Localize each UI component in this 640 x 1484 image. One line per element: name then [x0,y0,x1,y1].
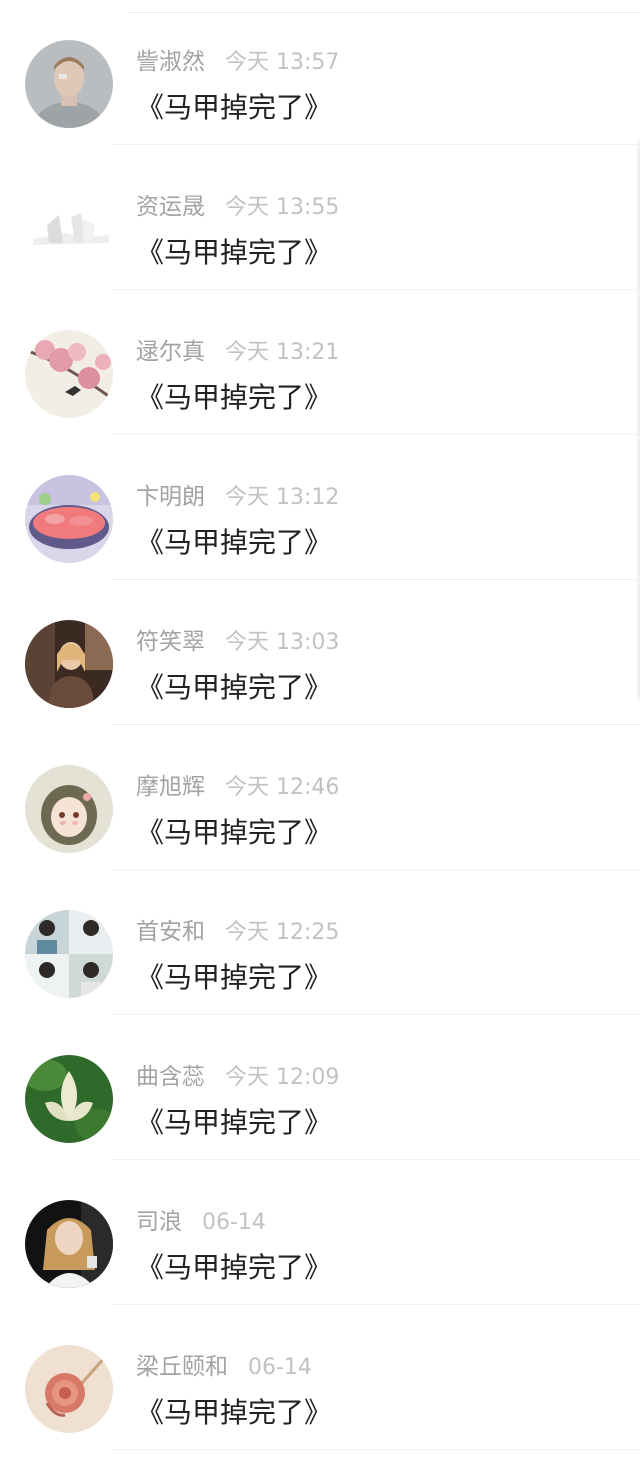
message-row[interactable]: 梁丘颐和 06-14 《马甲掉完了》 [0,1305,640,1450]
message-row[interactable]: 摩旭辉 今天 12:46 《马甲掉完了》 [0,725,640,870]
message-row[interactable]: 资运晟 今天 13:55 《马甲掉完了》 [0,145,640,290]
message-meta: 梁丘颐和 06-14 [136,1351,312,1383]
woman-portrait-avatar[interactable] [25,1200,113,1288]
sender-name: 訾淑然 [136,49,205,75]
message-meta: 司浪 06-14 [136,1206,266,1238]
message-text: 《马甲掉完了》 [136,816,333,849]
message-meta: 曲含蕊 今天 12:09 [136,1061,339,1093]
message-row[interactable]: 符笑翠 今天 13:03 《马甲掉完了》 [0,580,640,725]
message-time: 今天 12:09 [225,1065,340,1090]
message-row[interactable]: 曲含蕊 今天 12:09 《马甲掉完了》 [0,1015,640,1160]
pink-rose-avatar[interactable] [25,1345,113,1433]
message-time: 今天 13:21 [225,340,340,365]
sender-name: 卞明朗 [136,484,205,510]
lotus-flower-avatar[interactable] [25,1055,113,1143]
message-text: 《马甲掉完了》 [136,671,333,704]
message-text: 《马甲掉完了》 [136,381,333,414]
sender-name: 司浪 [136,1209,182,1235]
message-row[interactable]: 逯尔真 今天 13:21 《马甲掉完了》 [0,290,640,435]
message-row[interactable]: 卞明朗 今天 13:12 《马甲掉完了》 [0,435,640,580]
message-row[interactable]: 訾淑然 今天 13:57 《马甲掉完了》 [0,0,640,145]
message-time: 06-14 [202,1210,266,1235]
message-text: 《马甲掉完了》 [136,236,333,269]
sender-name: 曲含蕊 [136,1064,205,1090]
message-time: 今天 13:03 [225,630,340,655]
row-divider [112,1449,640,1450]
anime-girl-avatar[interactable] [25,765,113,853]
message-text: 《马甲掉完了》 [136,1106,333,1139]
sender-name: 符笑翠 [136,629,205,655]
sketch-scenery-avatar[interactable] [25,185,113,273]
sender-name: 资运晟 [136,194,205,220]
message-time: 今天 13:57 [225,50,340,75]
message-meta: 首安和 今天 12:25 [136,916,339,948]
sender-name: 摩旭辉 [136,774,205,800]
message-time: 今天 12:46 [225,775,340,800]
message-text: 《马甲掉完了》 [136,526,333,559]
sender-name: 首安和 [136,919,205,945]
message-meta: 卞明朗 今天 13:12 [136,481,339,513]
message-meta: 摩旭辉 今天 12:46 [136,771,339,803]
message-row[interactable]: 首安和 今天 12:25 《马甲掉完了》 [0,870,640,1015]
collage-boys-avatar[interactable] [25,910,113,998]
message-time: 今天 13:12 [225,485,340,510]
message-meta: 訾淑然 今天 13:57 [136,46,339,78]
message-text: 《马甲掉完了》 [136,91,333,124]
message-meta: 逯尔真 今天 13:21 [136,336,339,368]
message-time: 今天 12:25 [225,920,340,945]
message-meta: 符笑翠 今天 13:03 [136,626,339,658]
message-row[interactable]: 司浪 06-14 《马甲掉完了》 [0,1160,640,1305]
blossom-bird-avatar[interactable] [25,330,113,418]
food-bowl-avatar[interactable] [25,475,113,563]
sender-name: 逯尔真 [136,339,205,365]
boy-portrait-avatar[interactable] [25,40,113,128]
message-meta: 资运晟 今天 13:55 [136,191,339,223]
message-time: 今天 13:55 [225,195,340,220]
cafe-girl-avatar[interactable] [25,620,113,708]
message-text: 《马甲掉完了》 [136,961,333,994]
message-text: 《马甲掉完了》 [136,1251,333,1284]
message-text: 《马甲掉完了》 [136,1396,333,1429]
sender-name: 梁丘颐和 [136,1354,228,1380]
message-time: 06-14 [248,1355,312,1380]
